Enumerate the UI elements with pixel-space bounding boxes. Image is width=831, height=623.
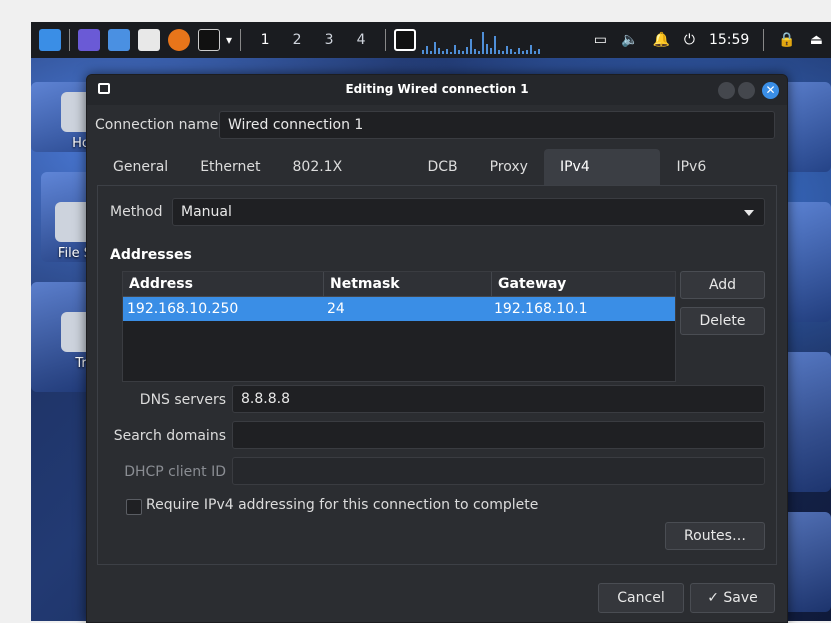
require-ipv4-checkbox[interactable] bbox=[126, 499, 142, 515]
addresses-table[interactable]: Address Netmask Gateway 192.168.10.250 2… bbox=[122, 271, 676, 382]
method-label: Method bbox=[110, 204, 163, 220]
cancel-button[interactable]: Cancel bbox=[598, 583, 684, 613]
dialog-title: Editing Wired connection 1 bbox=[345, 82, 529, 96]
table-header: Address Netmask Gateway bbox=[123, 272, 675, 297]
tab-bar: General Ethernet 802.1X Security DCB Pro… bbox=[97, 149, 777, 211]
tab-ipv4-settings[interactable]: IPv4 Settings bbox=[543, 149, 661, 211]
workspace-3[interactable]: 3 bbox=[313, 22, 345, 58]
connection-name-row: Connection name Wired connection 1 bbox=[95, 111, 775, 139]
terminal-icon[interactable] bbox=[198, 29, 220, 51]
dns-servers-input[interactable]: 8.8.8.8 bbox=[232, 385, 765, 413]
search-domains-input[interactable] bbox=[232, 421, 765, 449]
lock-icon[interactable]: 🔒 bbox=[778, 32, 795, 48]
file-manager-icon[interactable] bbox=[108, 29, 130, 51]
minimize-button[interactable] bbox=[718, 82, 735, 99]
cpu-graph bbox=[422, 26, 572, 54]
workspace-4[interactable]: 4 bbox=[345, 22, 377, 58]
panel-separator bbox=[240, 29, 242, 51]
kali-menu-icon[interactable] bbox=[39, 29, 61, 51]
ipv4-settings-pane: Method Manual Addresses Address Netmask … bbox=[97, 185, 777, 565]
panel-separator bbox=[385, 29, 387, 51]
dhcp-client-id-label: DHCP client ID bbox=[124, 464, 226, 480]
addresses-title: Addresses bbox=[110, 247, 192, 263]
save-button[interactable]: ✓ Save bbox=[690, 583, 775, 613]
firefox-icon[interactable] bbox=[168, 29, 190, 51]
search-domains-label: Search domains bbox=[113, 428, 226, 444]
cell-gateway[interactable]: 192.168.10.1 bbox=[490, 297, 667, 321]
method-value: Manual bbox=[181, 204, 232, 220]
tab-dcb[interactable]: DCB bbox=[411, 149, 473, 185]
cell-netmask[interactable]: 24 bbox=[323, 297, 490, 321]
column-header-address[interactable]: Address bbox=[123, 272, 324, 296]
terminal-launcher-icon[interactable] bbox=[78, 29, 100, 51]
chevron-down-icon[interactable]: ▾ bbox=[226, 33, 232, 47]
power-manager-icon[interactable]: ⏻ bbox=[684, 32, 695, 48]
maximize-button[interactable] bbox=[738, 82, 755, 99]
panel-separator bbox=[763, 29, 765, 51]
network-icon[interactable]: ▭ bbox=[594, 32, 607, 48]
bell-icon[interactable]: 🔔 bbox=[652, 32, 669, 48]
close-button[interactable]: ✕ bbox=[762, 82, 779, 99]
logout-icon[interactable]: ⏏ bbox=[810, 32, 823, 48]
tab-proxy[interactable]: Proxy bbox=[474, 149, 544, 185]
dhcp-client-id-input[interactable] bbox=[232, 457, 765, 485]
checkmark-icon: ✓ bbox=[707, 590, 719, 606]
chevron-down-icon bbox=[744, 210, 754, 216]
workspace-1[interactable]: 1 bbox=[249, 22, 281, 58]
dns-servers-label: DNS servers bbox=[139, 392, 226, 408]
delete-button[interactable]: Delete bbox=[680, 307, 765, 335]
save-label: Save bbox=[723, 590, 758, 606]
tab-ethernet[interactable]: Ethernet bbox=[184, 149, 276, 185]
window-button-icon[interactable] bbox=[394, 29, 417, 51]
clock[interactable]: 15:59 bbox=[709, 32, 749, 48]
connection-name-label: Connection name bbox=[95, 117, 219, 133]
require-ipv4-label[interactable]: Require IPv4 addressing for this connect… bbox=[146, 497, 538, 513]
panel-separator bbox=[69, 29, 70, 51]
top-panel: ▾ 1 2 3 4 ▭ 🔈 🔔 ⏻ 15:59 🔒 ⏏ bbox=[31, 22, 831, 58]
table-row[interactable]: 192.168.10.250 24 192.168.10.1 bbox=[123, 297, 675, 321]
connection-name-input[interactable]: Wired connection 1 bbox=[219, 111, 775, 139]
column-header-netmask[interactable]: Netmask bbox=[324, 272, 492, 296]
text-editor-icon[interactable] bbox=[138, 29, 160, 51]
connection-editor-dialog: Editing Wired connection 1 ✕ Connection … bbox=[86, 74, 788, 623]
routes-button[interactable]: Routes… bbox=[665, 522, 765, 550]
method-select[interactable]: Manual bbox=[172, 198, 765, 226]
tab-ipv6-settings[interactable]: IPv6 Settings bbox=[660, 149, 777, 211]
add-button[interactable]: Add bbox=[680, 271, 765, 299]
volume-icon[interactable]: 🔈 bbox=[621, 32, 638, 48]
tab-8021x-security[interactable]: 802.1X Security bbox=[277, 149, 412, 211]
titlebar[interactable]: Editing Wired connection 1 ✕ bbox=[87, 75, 787, 105]
column-header-gateway[interactable]: Gateway bbox=[492, 272, 675, 296]
tab-general[interactable]: General bbox=[97, 149, 184, 185]
close-icon: ✕ bbox=[765, 83, 776, 97]
cell-address[interactable]: 192.168.10.250 bbox=[123, 297, 323, 321]
workspace-2[interactable]: 2 bbox=[281, 22, 313, 58]
